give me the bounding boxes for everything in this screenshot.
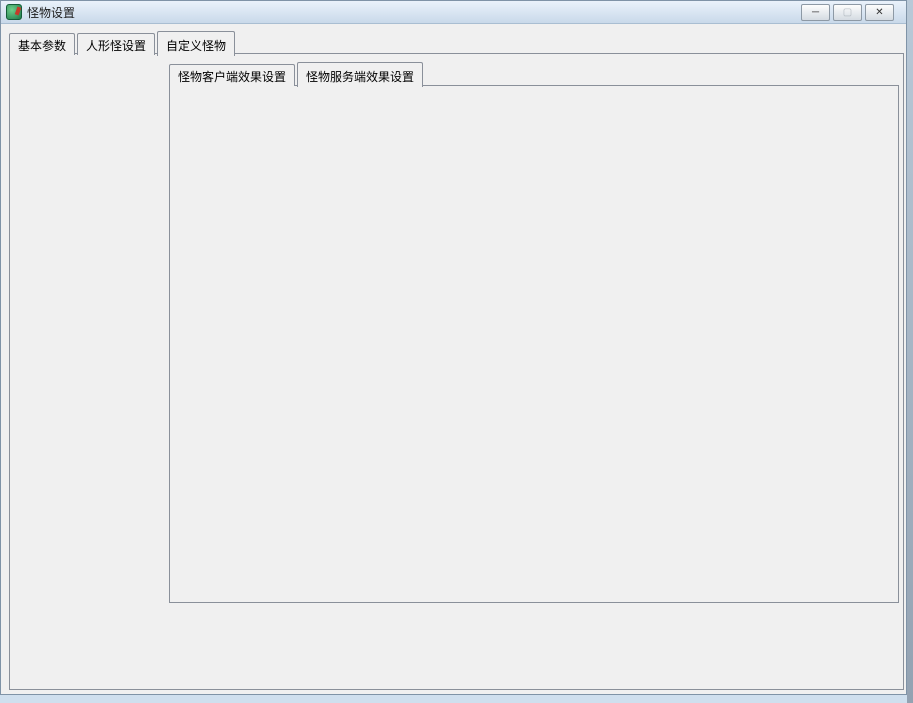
title-bar[interactable]: 怪物设置 ─ ▢ ✕ xyxy=(1,1,906,24)
background-window-edge xyxy=(907,0,913,703)
server-effect-page xyxy=(169,85,899,603)
main-tab[interactable]: 人形怪设置 xyxy=(77,33,155,55)
monster-settings-window: 怪物设置 ─ ▢ ✕ 基本参数人形怪设置自定义怪物 怪物列表 Mon36-1Mo… xyxy=(0,0,907,695)
close-icon[interactable]: ✕ xyxy=(865,4,894,21)
main-tab[interactable]: 自定义怪物 xyxy=(157,31,235,56)
effect-tabstrip: 怪物客户端效果设置怪物服务端效果设置 xyxy=(169,62,425,86)
window-controls: ─ ▢ ✕ xyxy=(801,4,894,21)
maximize-icon: ▢ xyxy=(833,4,862,21)
main-tab[interactable]: 基本参数 xyxy=(9,33,75,55)
effect-tab[interactable]: 怪物服务端效果设置 xyxy=(297,62,423,87)
main-tabstrip: 基本参数人形怪设置自定义怪物 xyxy=(9,31,237,55)
app-icon xyxy=(6,4,22,20)
minimize-icon[interactable]: ─ xyxy=(801,4,830,21)
window-title: 怪物设置 xyxy=(27,4,75,21)
desktop: { "window": { "title": "怪物设置", "controls… xyxy=(0,0,913,703)
effect-tab[interactable]: 怪物客户端效果设置 xyxy=(169,64,295,86)
